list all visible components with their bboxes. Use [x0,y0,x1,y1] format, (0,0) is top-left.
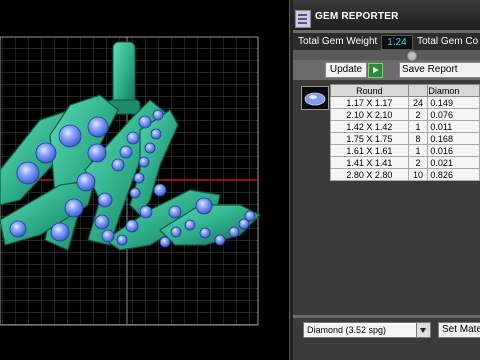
chevron-down-icon[interactable] [416,323,430,337]
gem-count-cell: 24 [407,96,429,109]
gem-carat-cell: 0.168 [427,132,480,145]
table-row[interactable]: 1.41 X 1.41 2 0.021 [330,156,480,169]
set-material-button[interactable]: Set Mate [438,322,480,338]
3d-viewport[interactable] [0,0,289,360]
panel-title: GEM REPORTER [315,11,399,22]
totals-row: Total Gem Weight 1.24 Total Gem Co [293,33,480,50]
gem-size-cell: 2.80 X 2.80 [330,168,409,181]
gem-carat-cell: 0.149 [427,96,480,109]
total-weight-label: Total Gem Weight [298,36,378,47]
action-buttons: Update Save Report [293,62,480,78]
gem-carat-cell: 0.016 [427,144,480,157]
material-bar: Diamond (3.52 spg) Set Mate [293,318,480,360]
gem-carat-cell: 0.021 [427,156,480,169]
gem-count-cell: 1 [407,120,429,133]
save-report-button[interactable]: Save Report [399,62,480,78]
gem-size-cell: 1.17 X 1.17 [330,96,409,109]
gem-size-cell: 1.75 X 1.75 [330,132,409,145]
pendant-model-render [0,36,262,326]
round-gem-icon [304,92,326,106]
gem-size-cell: 1.61 X 1.61 [330,144,409,157]
table-row[interactable]: 1.61 X 1.61 1 0.016 [330,144,480,157]
gem-count-cell: 2 [407,156,429,169]
table-row[interactable]: 1.75 X 1.75 8 0.168 [330,132,480,145]
column-header-diamond[interactable]: Diamon [427,84,480,97]
table-row[interactable]: 2.10 X 2.10 2 0.076 [330,108,480,121]
material-select-value: Diamond (3.52 spg) [307,325,387,335]
gem-count-cell: 1 [407,144,429,157]
gem-carat-cell: 0.076 [427,108,480,121]
gem-report-table: Round Diamon 1.17 X 1.17 24 0.149 2.10 X… [330,84,480,181]
gem-count-cell: 8 [407,132,429,145]
update-button[interactable]: Update [325,62,367,78]
material-select[interactable]: Diamond (3.52 spg) [303,322,431,338]
gem-reporter-panel: GEM REPORTER Total Gem Weight 1.24 Total… [293,0,480,360]
splitter-handle[interactable] [293,50,480,61]
splitter-grip-icon[interactable] [407,51,417,61]
gem-carat-cell: 0.011 [427,120,480,133]
gem-size-cell: 2.10 X 2.10 [330,108,409,121]
table-row[interactable]: 1.42 X 1.42 1 0.011 [330,120,480,133]
report-icon [295,10,311,28]
gem-size-cell: 1.42 X 1.42 [330,120,409,133]
gem-size-cell: 1.41 X 1.41 [330,156,409,169]
table-row[interactable]: 1.17 X 1.17 24 0.149 [330,96,480,109]
gem-count-cell: 10 [407,168,429,181]
column-header-count[interactable] [407,84,429,97]
gem-thumbnail[interactable] [301,86,329,110]
title-bar[interactable]: GEM REPORTER [293,0,480,30]
play-icon[interactable] [368,63,383,78]
table-row[interactable]: 2.80 X 2.80 10 0.826 [330,168,480,181]
total-count-label: Total Gem Co [417,36,479,47]
column-header-round[interactable]: Round [330,84,409,97]
gem-carat-cell: 0.826 [427,168,480,181]
total-weight-value: 1.24 [381,35,413,50]
gem-count-cell: 2 [407,108,429,121]
report-table-area: Round Diamon 1.17 X 1.17 24 0.149 2.10 X… [293,80,480,315]
